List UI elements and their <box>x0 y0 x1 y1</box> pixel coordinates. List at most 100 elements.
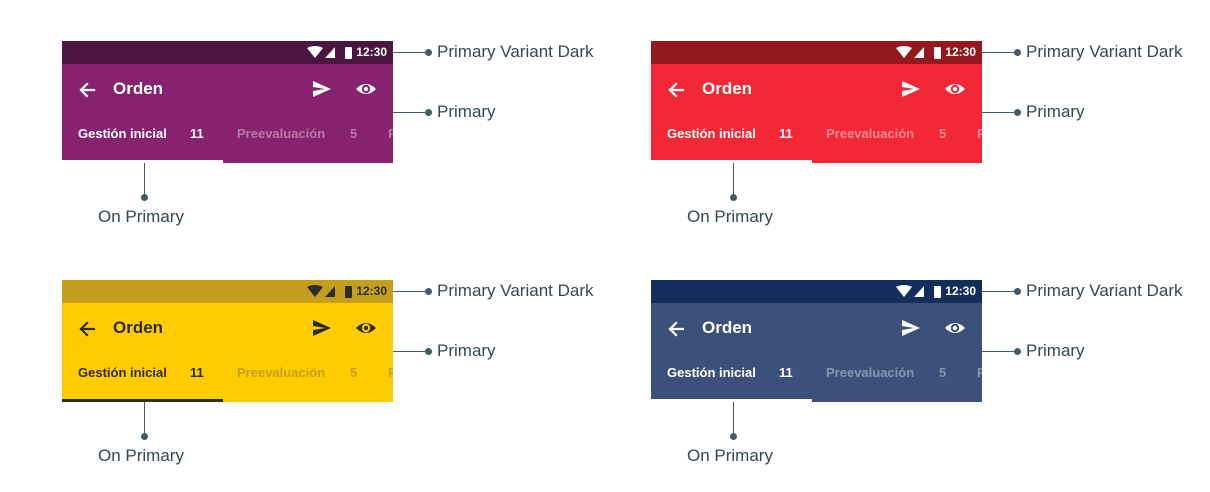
callout-line <box>393 112 427 113</box>
callout-dot <box>1014 348 1021 355</box>
label-primary-variant-dark: Primary Variant Dark <box>1026 42 1183 61</box>
tab-indicator <box>62 160 223 163</box>
tab-gestion-inicial[interactable]: Gestión inicial 11 <box>651 363 812 402</box>
tab-bar: Gestión inicial 11 Preevaluación 5 P <box>651 124 982 163</box>
tab-preevaluacion[interactable]: Preevaluación 5 P <box>223 124 393 163</box>
tab-overflow-label: P <box>388 126 393 141</box>
back-arrow-icon[interactable] <box>667 81 685 99</box>
send-icon[interactable] <box>901 79 921 99</box>
tab-gestion-inicial[interactable]: Gestión inicial 11 <box>62 124 223 163</box>
tab-label: Gestión inicial <box>78 365 167 380</box>
back-arrow-icon[interactable] <box>78 320 96 338</box>
top-app-bar: Orden Gestión inicial 11 Preevaluación 5 <box>651 64 982 163</box>
label-on-primary: On Primary <box>98 446 184 465</box>
wifi-icon <box>307 46 323 58</box>
status-icons <box>896 46 941 59</box>
eye-icon[interactable] <box>355 318 377 338</box>
tab-indicator <box>651 399 812 402</box>
callout-line <box>982 112 1016 113</box>
page-title: Orden <box>702 79 753 98</box>
tab-count: 5 <box>939 126 947 141</box>
tab-label: Preevaluación <box>826 126 915 141</box>
status-bar: 12:30 <box>651 280 982 303</box>
status-icons <box>307 285 352 298</box>
signal-icon <box>914 47 924 58</box>
label-on-primary: On Primary <box>687 207 773 226</box>
signal-icon <box>325 286 335 297</box>
eye-icon[interactable] <box>355 79 377 99</box>
back-arrow-icon[interactable] <box>78 81 96 99</box>
callout-line <box>982 291 1016 292</box>
label-primary: Primary <box>1026 341 1085 360</box>
callout-line <box>982 351 1016 352</box>
callout-dot <box>425 348 432 355</box>
callout-line <box>733 163 734 197</box>
label-on-primary: On Primary <box>687 446 773 465</box>
theme-variant-yellow: 12:30 Orden Gestión inicial 11 Preevalua… <box>62 280 622 480</box>
label-primary-variant-dark: Primary Variant Dark <box>437 281 594 300</box>
label-primary: Primary <box>437 102 496 121</box>
callout-dot <box>1014 49 1021 56</box>
callout-dot <box>1014 288 1021 295</box>
top-app-bar: Orden Gestión inicial 11 Preevaluación 5 <box>651 303 982 402</box>
callout-dot <box>425 109 432 116</box>
tab-count: 5 <box>939 365 947 380</box>
callout-line <box>393 351 427 352</box>
status-bar: 12:30 <box>62 280 393 303</box>
status-time: 12:30 <box>356 45 387 59</box>
tab-label: Preevaluación <box>826 365 915 380</box>
signal-icon <box>914 286 924 297</box>
send-icon[interactable] <box>312 318 332 338</box>
eye-icon[interactable] <box>944 79 966 99</box>
top-app-bar: Orden Gestión inicial 11 Preevaluación 5 <box>62 303 393 402</box>
tab-count: 11 <box>779 126 793 141</box>
wifi-icon <box>896 46 912 58</box>
callout-dot <box>730 194 737 201</box>
status-icons <box>307 46 352 59</box>
tab-count: 11 <box>190 365 204 380</box>
status-time: 12:30 <box>945 284 976 298</box>
label-primary: Primary <box>1026 102 1085 121</box>
tab-bar: Gestión inicial 11 Preevaluación 5 P <box>62 363 393 402</box>
status-time: 12:30 <box>945 45 976 59</box>
app-bar-preview: 12:30 Orden Gestión inicial 11 Preevalua… <box>651 280 982 402</box>
back-arrow-icon[interactable] <box>667 320 685 338</box>
tab-count: 5 <box>350 365 358 380</box>
tab-count: 5 <box>350 126 358 141</box>
tab-bar: Gestión inicial 11 Preevaluación 5 P <box>651 363 982 402</box>
send-icon[interactable] <box>312 79 332 99</box>
tab-overflow-label: P <box>977 365 982 380</box>
callout-dot <box>730 433 737 440</box>
tab-count: 11 <box>190 126 204 141</box>
page-title: Orden <box>113 318 164 337</box>
top-app-bar: Orden Gestión inicial 11 Preevaluación 5 <box>62 64 393 163</box>
battery-icon <box>934 47 941 59</box>
callout-line <box>393 291 427 292</box>
tab-preevaluacion[interactable]: Preevaluación 5 P <box>812 124 982 163</box>
theme-variant-purple: 12:30 Orden Gestión inicial 11 Preevalua… <box>62 41 622 241</box>
eye-icon[interactable] <box>944 318 966 338</box>
tab-preevaluacion[interactable]: Preevaluación 5 P <box>812 363 982 402</box>
theme-variant-red: 12:30 Orden Gestión inicial 11 Preevalua… <box>651 41 1210 241</box>
app-bar-preview: 12:30 Orden Gestión inicial 11 Preevalua… <box>651 41 982 163</box>
page-title: Orden <box>113 79 164 98</box>
tab-gestion-inicial[interactable]: Gestión inicial 11 <box>651 124 812 163</box>
battery-icon <box>345 47 352 59</box>
send-icon[interactable] <box>901 318 921 338</box>
callout-dot <box>425 49 432 56</box>
callout-dot <box>1014 109 1021 116</box>
tab-label: Gestión inicial <box>667 365 756 380</box>
tab-overflow-label: P <box>388 365 393 380</box>
label-primary-variant-dark: Primary Variant Dark <box>437 42 594 61</box>
signal-icon <box>325 47 335 58</box>
wifi-icon <box>896 285 912 297</box>
tab-gestion-inicial[interactable]: Gestión inicial 11 <box>62 363 223 402</box>
label-primary: Primary <box>437 341 496 360</box>
callout-line <box>733 402 734 436</box>
label-primary-variant-dark: Primary Variant Dark <box>1026 281 1183 300</box>
label-on-primary: On Primary <box>98 207 184 226</box>
tab-preevaluacion[interactable]: Preevaluación 5 P <box>223 363 393 402</box>
callout-dot <box>141 433 148 440</box>
tab-label: Preevaluación <box>237 126 326 141</box>
status-bar: 12:30 <box>62 41 393 64</box>
